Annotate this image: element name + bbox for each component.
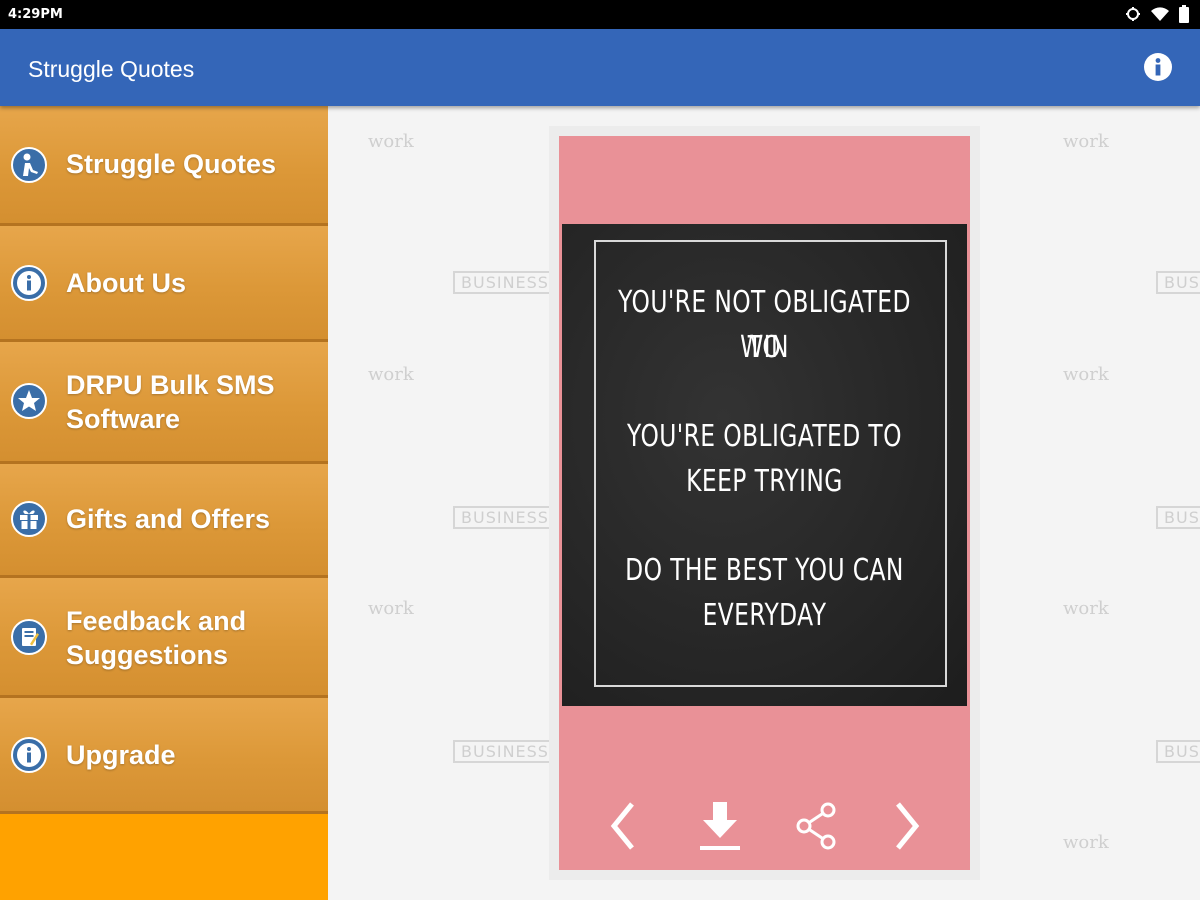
background-doodle: BUSINESS xyxy=(1156,740,1200,763)
previous-button[interactable] xyxy=(598,796,648,856)
app-title: Struggle Quotes xyxy=(28,56,195,82)
background-doodle: work xyxy=(1063,598,1109,619)
background-doodle: BUSINESS xyxy=(453,506,557,529)
background-doodle: BUSINESS xyxy=(453,740,557,763)
feedback-icon xyxy=(11,619,47,655)
info-icon xyxy=(11,265,47,301)
background-doodle: work xyxy=(1063,131,1109,152)
next-icon xyxy=(896,802,920,850)
app-bar: Struggle Quotes xyxy=(0,29,1200,106)
quote-line: EVERYDAY xyxy=(702,598,827,633)
drawer-label-line: Gifts and Offers xyxy=(66,504,271,534)
share-button[interactable] xyxy=(792,796,842,856)
system-icons xyxy=(1124,5,1190,23)
drawer-item-struggle-quotes[interactable]: Struggle Quotes xyxy=(0,106,328,226)
drawer-item-feedback[interactable]: Feedback and Suggestions xyxy=(0,578,328,698)
info-button[interactable] xyxy=(1142,51,1174,83)
sync-icon xyxy=(1126,7,1140,21)
person-icon xyxy=(11,147,47,183)
info-icon xyxy=(11,737,47,773)
drawer-label-line: Upgrade xyxy=(66,740,176,770)
drawer-label: DRPU Bulk SMS Software xyxy=(66,368,275,436)
background-doodle: BUSINESS xyxy=(453,271,557,294)
quote-image: YOU'RE NOT OBLIGATED TO WIN YOU'RE OBLIG… xyxy=(562,224,967,706)
background-doodle: work xyxy=(368,598,414,619)
background-doodle: work xyxy=(1063,832,1109,853)
battery-icon xyxy=(1179,5,1189,23)
wifi-icon xyxy=(1151,7,1169,21)
background-doodle: work xyxy=(1063,364,1109,385)
next-button[interactable] xyxy=(882,796,932,856)
background-doodle: work xyxy=(368,131,414,152)
drawer-label: Gifts and Offers xyxy=(66,502,270,536)
info-icon xyxy=(1144,53,1172,81)
drawer-item-upgrade[interactable]: Upgrade xyxy=(0,698,328,814)
drawer-item-about-us[interactable]: About Us xyxy=(0,226,328,342)
background-doodle: BUSINESS xyxy=(1156,506,1200,529)
drawer-item-drpu-bulk-sms[interactable]: DRPU Bulk SMS Software xyxy=(0,342,328,464)
quote-line: WIN xyxy=(740,330,789,365)
download-icon xyxy=(700,802,740,850)
navigation-drawer: Struggle Quotes About Us DRPU Bulk SMS S… xyxy=(0,106,328,900)
background-doodle: work xyxy=(368,364,414,385)
drawer-label: Upgrade xyxy=(66,738,176,772)
drawer-item-gifts-and-offers[interactable]: Gifts and Offers xyxy=(0,464,328,578)
background-doodle: BUSINESS xyxy=(1156,271,1200,294)
status-time: 4:29PM xyxy=(8,7,63,22)
drawer-label: Feedback and Suggestions xyxy=(66,604,246,672)
gift-icon xyxy=(11,501,47,537)
main-content: work work BUSINESS BUSINESS work work BU… xyxy=(328,106,1200,900)
quote-line: DO THE BEST YOU CAN xyxy=(625,553,904,588)
drawer-label-line: DRPU Bulk SMS xyxy=(66,370,275,400)
quote-line: KEEP TRYING xyxy=(686,464,843,499)
drawer-label-line: About Us xyxy=(66,268,186,298)
share-icon xyxy=(796,802,836,850)
status-bar: 4:29PM xyxy=(0,0,1200,29)
drawer-label: Struggle Quotes xyxy=(66,147,276,181)
drawer-label: About Us xyxy=(66,266,186,300)
drawer-label-line: Suggestions xyxy=(66,640,229,670)
drawer-label-line: Struggle Quotes xyxy=(66,149,277,179)
quote-card: YOU'RE NOT OBLIGATED TO WIN YOU'RE OBLIG… xyxy=(559,136,970,870)
previous-icon xyxy=(610,802,634,850)
star-icon xyxy=(11,383,47,419)
drawer-label-line: Feedback and xyxy=(66,606,247,636)
drawer-label-line: Software xyxy=(66,404,181,434)
quote-line: YOU'RE OBLIGATED TO xyxy=(627,419,902,454)
download-button[interactable] xyxy=(695,796,745,856)
